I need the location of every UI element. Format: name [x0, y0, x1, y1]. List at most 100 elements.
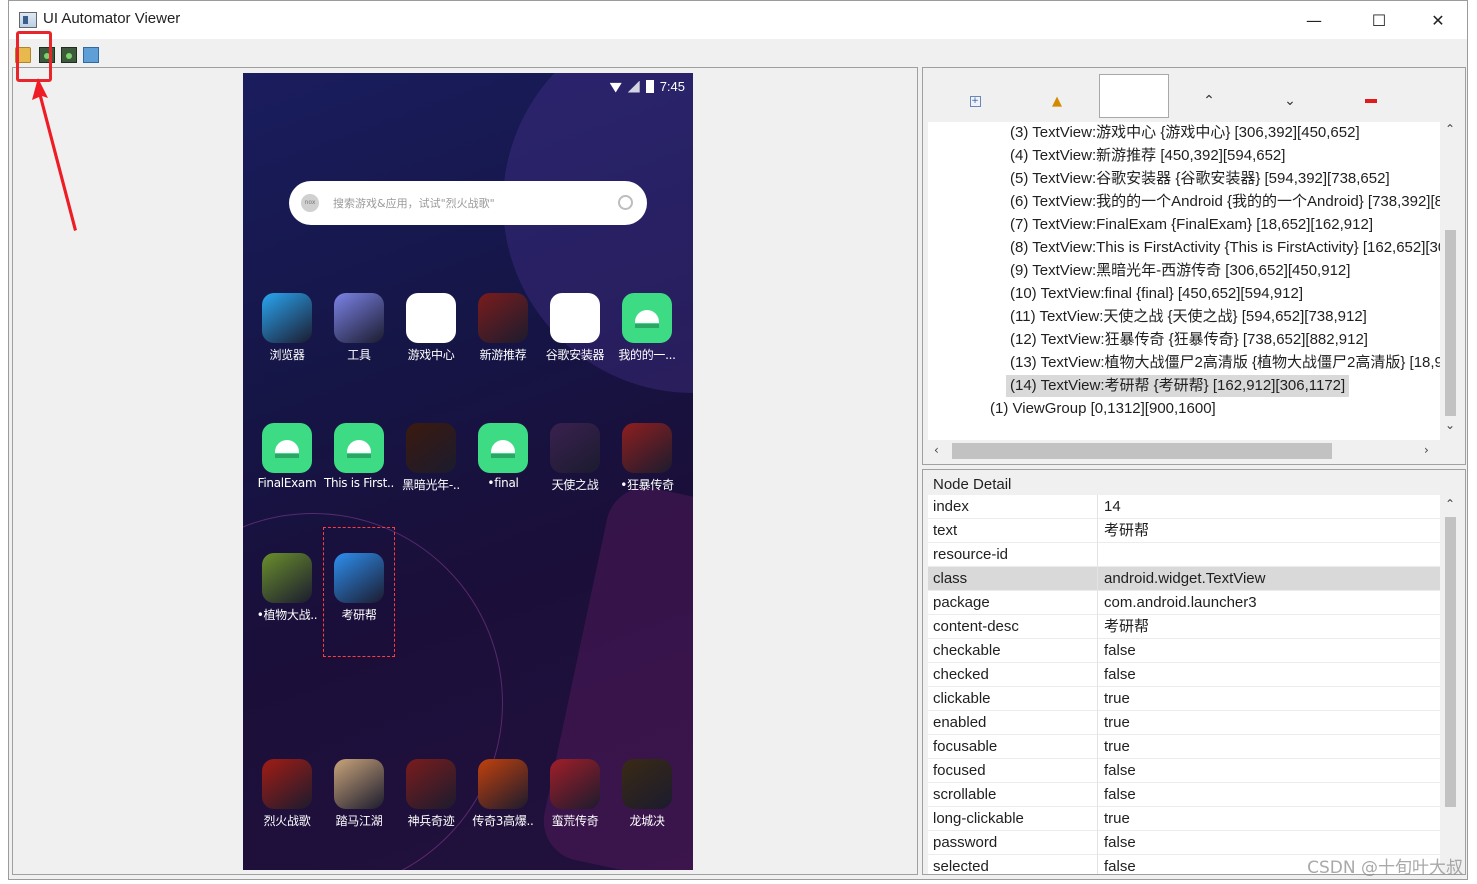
- scroll-left-arrow[interactable]: ‹: [934, 443, 939, 457]
- app-shortcut[interactable]: 天使之战: [539, 423, 611, 493]
- berserk-legend-icon: [622, 423, 672, 473]
- tree-node[interactable]: (1) ViewGroup [0,1312][900,1600]: [986, 398, 1220, 420]
- scroll-thumb[interactable]: [1445, 230, 1456, 416]
- signal-icon: [627, 80, 640, 93]
- save-icon[interactable]: [83, 47, 99, 63]
- detail-row[interactable]: text 考研帮: [928, 519, 1440, 543]
- detail-row[interactable]: clickable true: [928, 687, 1440, 711]
- detail-key: password: [933, 831, 1098, 855]
- app-shortcut[interactable]: 黑暗光年-..: [395, 423, 467, 493]
- toggle-naf-box[interactable]: [1099, 74, 1169, 118]
- hierarchy-tree[interactable]: (3) TextView:游戏中心 {游戏中心} [306,392][450,6…: [928, 122, 1440, 440]
- close-button[interactable]: ✕: [1409, 1, 1467, 39]
- tree-node[interactable]: (6) TextView:我的的一个Android {我的的一个Android}…: [1006, 191, 1440, 213]
- scroll-up-arrow[interactable]: ⌃: [1445, 497, 1455, 511]
- detail-row[interactable]: resource-id: [928, 543, 1440, 567]
- app-label: 游戏中心: [407, 348, 455, 362]
- app-shortcut[interactable]: 神兵奇迹: [395, 759, 467, 829]
- app-shortcut[interactable]: 我的的一...: [611, 293, 683, 363]
- manhuang-icon: [550, 759, 600, 809]
- tree-node[interactable]: (4) TextView:新游推荐 [450,392][594,652]: [1006, 145, 1289, 167]
- app-shortcut[interactable]: 新游推荐: [467, 293, 539, 363]
- tree-horizontal-scrollbar[interactable]: ‹ ›: [928, 440, 1440, 462]
- detail-key: class: [933, 567, 1098, 591]
- app-shortcut[interactable]: •final: [467, 423, 539, 490]
- detail-key: checked: [933, 663, 1098, 687]
- detail-value: 考研帮: [1104, 522, 1150, 539]
- detail-row[interactable]: class android.widget.TextView: [928, 567, 1440, 591]
- detail-row[interactable]: checkable false: [928, 639, 1440, 663]
- scroll-down-arrow[interactable]: ⌄: [1445, 418, 1455, 432]
- detail-key: focused: [933, 759, 1098, 783]
- detail-key: resource-id: [933, 543, 1098, 567]
- gamepad-icon: [406, 293, 456, 343]
- tree-node[interactable]: (7) TextView:FinalExam {FinalExam} [18,6…: [1006, 214, 1377, 236]
- expand-all-icon[interactable]: +: [963, 86, 987, 116]
- detail-row[interactable]: enabled true: [928, 711, 1440, 735]
- detail-key: text: [933, 519, 1098, 543]
- minimize-button[interactable]: —: [1285, 1, 1343, 39]
- tree-node[interactable]: (8) TextView:This is FirstActivity {This…: [1006, 237, 1440, 259]
- device-screenshot[interactable]: 7:45 nox 搜索游戏&应用，试试"烈火战歌" 浏览器 工具 游戏中心 新游推荐 谷…: [243, 73, 693, 870]
- app-shortcut[interactable]: •狂暴传奇: [611, 423, 683, 493]
- previous-node-icon[interactable]: ⌃: [1197, 86, 1221, 116]
- app-shortcut[interactable]: FinalExam: [251, 423, 323, 490]
- app-shortcut[interactable]: 谷歌安装器: [539, 293, 611, 363]
- detail-value: true: [1104, 714, 1130, 731]
- app-shortcut[interactable]: 游戏中心: [395, 293, 467, 363]
- detail-row[interactable]: scrollable false: [928, 783, 1440, 807]
- detail-row[interactable]: long-clickable true: [928, 807, 1440, 831]
- detail-row[interactable]: focused false: [928, 759, 1440, 783]
- app-shortcut[interactable]: 传奇3高爆..: [467, 759, 539, 829]
- detail-value: android.widget.TextView: [1104, 570, 1266, 587]
- tree-node[interactable]: (12) TextView:狂暴传奇 {狂暴传奇} [738,652][882,…: [1006, 329, 1372, 351]
- app-shortcut[interactable]: 龙城决: [611, 759, 683, 829]
- tree-node[interactable]: (5) TextView:谷歌安装器 {谷歌安装器} [594,392][738…: [1006, 168, 1394, 190]
- tree-node[interactable]: (13) TextView:植物大战僵尸2高清版 {植物大战僵尸2高清版} [1…: [1006, 352, 1440, 374]
- detail-row[interactable]: focusable true: [928, 735, 1440, 759]
- tree-node[interactable]: (10) TextView:final {final} [450,652][59…: [1006, 283, 1307, 305]
- search-placeholder: 搜索游戏&应用，试试"烈火战歌": [333, 197, 495, 210]
- node-detail-table[interactable]: index 14 text 考研帮 resource-id class android.wi…: [928, 495, 1440, 874]
- detail-key: index: [933, 495, 1098, 519]
- tree-node[interactable]: (9) TextView:黑暗光年-西游传奇 [306,652][450,912…: [1006, 260, 1354, 282]
- app-shortcut[interactable]: This is First..: [323, 423, 395, 490]
- window-title: UI Automator Viewer: [43, 10, 181, 27]
- search-icon[interactable]: [618, 195, 633, 210]
- app-shortcut[interactable]: 踏马江湖: [323, 759, 395, 829]
- detail-row[interactable]: password false: [928, 831, 1440, 855]
- detail-row[interactable]: content-desc 考研帮: [928, 615, 1440, 639]
- scroll-up-arrow[interactable]: ⌃: [1445, 122, 1455, 136]
- collapse-icon[interactable]: [1359, 86, 1383, 116]
- detail-value: false: [1104, 666, 1136, 683]
- detail-key: scrollable: [933, 783, 1098, 807]
- app-shortcut[interactable]: 工具: [323, 293, 395, 363]
- app-label: 黑暗光年-..: [402, 478, 460, 492]
- tree-node[interactable]: (11) TextView:天使之战 {天使之战} [594,652][738,…: [1006, 306, 1371, 328]
- detail-vertical-scrollbar[interactable]: ⌃: [1442, 495, 1459, 874]
- detail-row[interactable]: index 14: [928, 495, 1440, 519]
- detail-value: false: [1104, 762, 1136, 779]
- detail-key: enabled: [933, 711, 1098, 735]
- maximize-button[interactable]: ☐: [1350, 1, 1408, 39]
- main-toolbar: [9, 41, 1467, 67]
- app-shortcut[interactable]: •植物大战..: [251, 553, 323, 623]
- app-shortcut[interactable]: 烈火战歌: [251, 759, 323, 829]
- detail-row[interactable]: package com.android.launcher3: [928, 591, 1440, 615]
- device-screenshot-compressed-icon[interactable]: [61, 47, 77, 63]
- tree-node[interactable]: (14) TextView:考研帮 {考研帮} [162,912][306,11…: [1006, 375, 1350, 397]
- tree-node[interactable]: (3) TextView:游戏中心 {游戏中心} [306,392][450,6…: [1006, 122, 1364, 144]
- wifi-icon: [609, 82, 622, 93]
- scroll-right-arrow[interactable]: ›: [1424, 443, 1429, 457]
- app-label: 工具: [347, 348, 371, 362]
- launcher-search-bar[interactable]: nox 搜索游戏&应用，试试"烈火战歌": [289, 181, 647, 225]
- tree-vertical-scrollbar[interactable]: ⌃ ⌄: [1442, 122, 1459, 440]
- warning-icon[interactable]: ▲: [1045, 86, 1069, 116]
- app-shortcut[interactable]: 蛮荒传奇: [539, 759, 611, 829]
- node-detail-title: Node Detail: [933, 476, 1012, 493]
- next-node-icon[interactable]: ⌄: [1278, 86, 1302, 116]
- scroll-thumb[interactable]: [1445, 517, 1456, 807]
- scroll-thumb[interactable]: [952, 443, 1332, 459]
- detail-row[interactable]: checked false: [928, 663, 1440, 687]
- app-shortcut[interactable]: 浏览器: [251, 293, 323, 363]
